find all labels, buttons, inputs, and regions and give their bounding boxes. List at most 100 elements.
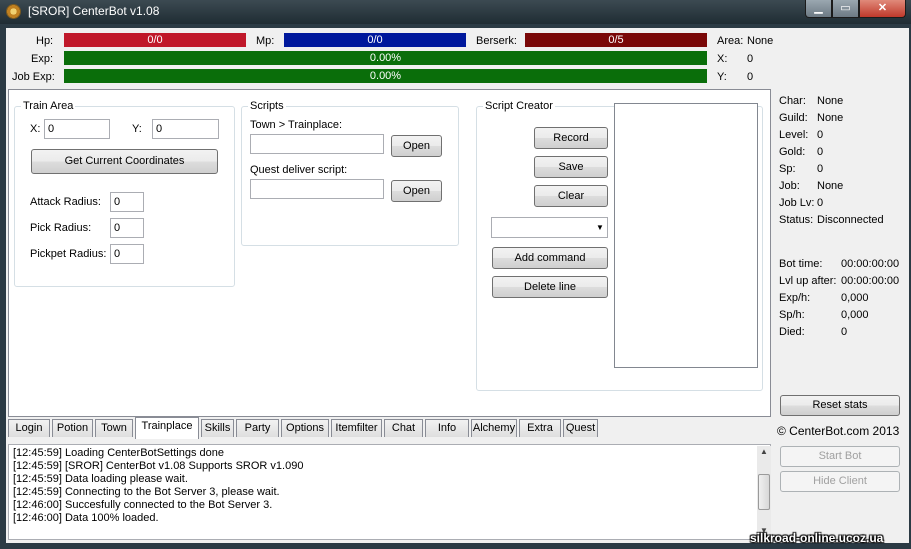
script-lines-list[interactable]	[614, 103, 758, 368]
tab-town[interactable]: Town	[95, 419, 133, 437]
open-quest-script-button[interactable]: Open	[391, 180, 442, 202]
berserk-bar: 0/5	[525, 33, 707, 47]
attack-radius-input[interactable]: 0	[110, 192, 144, 212]
stat-value: 00:00:00:00	[841, 258, 900, 270]
attack-radius-label: Attack Radius:	[30, 196, 101, 208]
char-info-value: Disconnected	[817, 214, 884, 226]
hide-client-button[interactable]: Hide Client	[780, 471, 900, 492]
tab-itemfilter[interactable]: Itemfilter	[331, 419, 382, 437]
char-info-label: Char:	[779, 95, 806, 107]
log-box[interactable]: [12:45:59] Loading CenterBotSettings don…	[8, 444, 771, 540]
char-info-value: 0	[817, 146, 824, 158]
maximize-button[interactable]: ▭	[832, 0, 859, 18]
train-x-label: X:	[30, 123, 41, 135]
hp-bar: 0/0	[64, 33, 246, 47]
char-info-label: Job Lv:	[779, 197, 815, 209]
mp-bar: 0/0	[284, 33, 466, 47]
x-coord-label: X:	[717, 53, 728, 65]
command-dropdown[interactable]	[491, 217, 608, 238]
clear-button[interactable]: Clear	[534, 185, 608, 207]
tab-extra[interactable]: Extra	[519, 419, 561, 437]
char-info-label: Guild:	[779, 112, 808, 124]
pick-radius-input[interactable]: 0	[110, 218, 144, 238]
area-label: Area:	[717, 35, 744, 47]
minimize-button[interactable]: ▁	[805, 0, 832, 18]
client-area: Hp: 0/0 Mp: 0/0 Berserk: 0/5 Area: None …	[6, 28, 909, 543]
add-command-button[interactable]: Add command	[492, 247, 608, 269]
exp-label: Exp:	[31, 53, 54, 65]
log-scrollbar[interactable]: ▲ ▼	[757, 446, 771, 538]
window-title: [SROR] CenterBot v1.08	[28, 4, 160, 18]
train-x-input[interactable]: 0	[44, 119, 110, 139]
watermark: silkroad-online.ucoz.ua	[750, 531, 884, 545]
save-script-button[interactable]: Save	[534, 156, 608, 178]
log-line: [12:46:00] Succesfully connected to the …	[13, 499, 273, 511]
area-value: None	[747, 35, 774, 47]
char-info-value: None	[817, 180, 844, 192]
stat-value: 0,000	[841, 309, 869, 321]
town-trainplace-input[interactable]	[250, 134, 384, 154]
job-exp-label: Job Exp:	[12, 71, 55, 83]
app-icon	[6, 4, 21, 19]
pickpet-radius-input[interactable]: 0	[110, 244, 144, 264]
berserk-label: Berserk:	[476, 35, 517, 47]
tab-info[interactable]: Info	[425, 419, 469, 437]
start-bot-button[interactable]: Start Bot	[780, 446, 900, 467]
tab-login[interactable]: Login	[8, 419, 50, 437]
get-current-coordinates-button[interactable]: Get Current Coordinates	[31, 149, 218, 174]
tab-chat[interactable]: Chat	[384, 419, 423, 437]
char-info-label: Sp:	[779, 163, 796, 175]
y-coord-value: 0	[747, 71, 754, 83]
stat-label: Bot time:	[779, 258, 823, 270]
train-area-group: Train Area X: 0 Y: 0 Get Current Coordin…	[14, 100, 235, 287]
exp-bar: 0.00%	[64, 51, 707, 65]
log-line: [12:45:59] Data loading please wait.	[13, 473, 188, 485]
delete-line-button[interactable]: Delete line	[492, 276, 608, 298]
script-creator-title: Script Creator	[483, 100, 555, 112]
town-trainplace-label: Town > Trainplace:	[250, 119, 343, 131]
copyright-text: © CenterBot.com 2013	[777, 424, 900, 438]
quest-deliver-label: Quest deliver script:	[250, 164, 348, 176]
char-info-label: Status:	[779, 214, 814, 226]
title-bar: [SROR] CenterBot v1.08	[0, 0, 911, 24]
tab-skills[interactable]: Skills	[201, 419, 234, 437]
char-info-value: 0	[817, 129, 824, 141]
train-y-label: Y:	[132, 123, 142, 135]
tab-party[interactable]: Party	[236, 419, 279, 437]
tab-trainplace[interactable]: Trainplace	[135, 417, 199, 439]
tab-alchemy[interactable]: Alchemy	[471, 419, 517, 437]
char-info-value: None	[817, 95, 844, 107]
record-button[interactable]: Record	[534, 127, 608, 149]
stat-label: Sp/h:	[779, 309, 805, 321]
reset-stats-button[interactable]: Reset stats	[780, 395, 900, 416]
scroll-up-icon[interactable]: ▲	[760, 447, 768, 456]
char-info-value: 0	[817, 163, 824, 175]
tab-content-panel: Train Area X: 0 Y: 0 Get Current Coordin…	[8, 89, 771, 417]
tab-options[interactable]: Options	[281, 419, 329, 437]
stat-label: Lvl up after:	[779, 275, 837, 287]
char-info-label: Level:	[779, 129, 809, 141]
log-line: [12:45:59] [SROR] CenterBot v1.08 Suppor…	[13, 460, 304, 472]
scroll-thumb[interactable]	[758, 474, 770, 510]
train-y-input[interactable]: 0	[152, 119, 219, 139]
quest-deliver-input[interactable]	[250, 179, 384, 199]
log-line: [12:45:59] Loading CenterBotSettings don…	[13, 447, 224, 459]
mp-label: Mp:	[256, 35, 275, 47]
stat-value: 0,000	[841, 292, 869, 304]
close-button[interactable]: ✕	[859, 0, 906, 18]
char-info-value: None	[817, 112, 844, 124]
log-line: [12:45:59] Connecting to the Bot Server …	[13, 486, 280, 498]
stat-value: 00:00:00:00	[841, 275, 900, 287]
stat-label: Died:	[779, 326, 805, 338]
tab-quest[interactable]: Quest	[563, 419, 598, 437]
job-exp-bar: 0.00%	[64, 69, 707, 83]
y-coord-label: Y:	[717, 71, 727, 83]
pickpet-radius-label: Pickpet Radius:	[30, 248, 107, 260]
open-town-script-button[interactable]: Open	[391, 135, 442, 157]
hp-label: Hp:	[36, 35, 54, 47]
char-info-label: Job:	[779, 180, 800, 192]
char-info-label: Gold:	[779, 146, 806, 158]
tab-potion[interactable]: Potion	[52, 419, 93, 437]
train-area-title: Train Area	[21, 100, 76, 112]
log-line: [12:46:00] Data 100% loaded.	[13, 512, 159, 524]
